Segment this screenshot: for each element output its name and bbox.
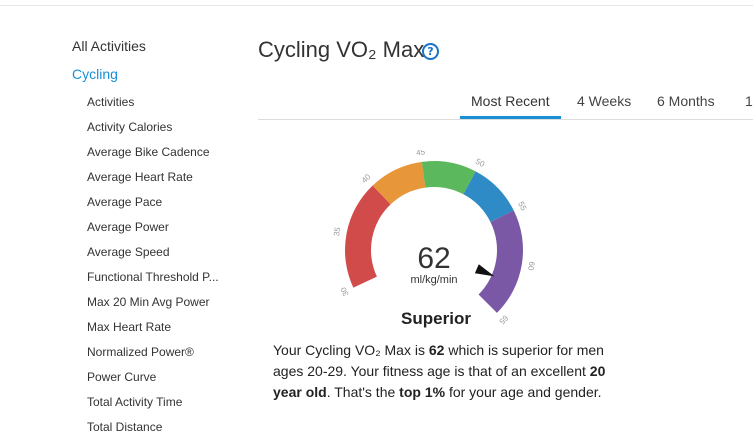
sidebar-item[interactable]: Normalized Power® <box>87 345 237 359</box>
tab-most-recent[interactable]: Most Recent <box>471 93 550 109</box>
sidebar-item[interactable]: Average Bike Cadence <box>87 145 237 159</box>
gauge-unit: ml/kg/min <box>410 274 457 286</box>
sidebar-item[interactable]: Average Pace <box>87 195 237 209</box>
sidebar-item[interactable]: Total Activity Time <box>87 395 237 409</box>
sidebar-item[interactable]: Power Curve <box>87 370 237 384</box>
vo2max-gauge: 30 35 40 45 50 55 60 65 62 ml/kg/min Superior <box>332 150 536 328</box>
gauge-tick-label: 35 <box>332 226 343 237</box>
sidebar-category-cycling[interactable]: Cycling <box>72 66 118 82</box>
gauge-rating: Superior <box>401 309 471 328</box>
sidebar-item[interactable]: Average Speed <box>87 245 237 259</box>
gauge-segment <box>345 185 391 288</box>
question-circle-icon[interactable]: ? <box>422 43 439 60</box>
gauge-value: 62 <box>417 242 450 275</box>
summary-percentile: top 1% <box>399 384 446 400</box>
active-tab-indicator <box>460 116 561 119</box>
vo2max-summary: Your Cycling VO₂ Max is 62 which is supe… <box>273 340 633 403</box>
tab-6-months[interactable]: 6 Months <box>657 93 715 109</box>
tab-4-weeks[interactable]: 4 Weeks <box>577 93 631 109</box>
sidebar-item[interactable]: Max Heart Rate <box>87 320 237 334</box>
page-title: Cycling VO₂ Max <box>258 37 425 62</box>
gauge-tick-label: 65 <box>497 313 510 326</box>
gauge-tick-label: 30 <box>339 285 351 297</box>
sidebar-item[interactable]: Average Power <box>87 220 237 234</box>
sidebar-item[interactable]: Activities <box>87 95 237 109</box>
summary-value: 62 <box>428 342 445 358</box>
gauge-tick-label: 45 <box>416 150 427 157</box>
time-range-tabs: Most Recent 4 Weeks 6 Months 1 <box>258 85 753 120</box>
top-divider <box>0 5 753 6</box>
gauge-tick-label: 55 <box>516 200 528 212</box>
gauge-tick-label: 50 <box>474 157 487 169</box>
sidebar-item[interactable]: Functional Threshold P... <box>87 270 237 284</box>
sidebar-item[interactable]: Max 20 Min Avg Power <box>87 295 237 309</box>
gauge-pointer <box>474 264 495 277</box>
tab-1-year[interactable]: 1 <box>745 93 753 109</box>
summary-text-3: . That's the <box>326 384 400 400</box>
sidebar-item[interactable]: Average Heart Rate <box>87 170 237 184</box>
sidebar-item[interactable]: Activity Calories <box>87 120 237 134</box>
summary-text-4: for your age and gender. <box>445 384 602 400</box>
summary-text-1: Your Cycling VO₂ Max is <box>273 342 429 358</box>
gauge-tick-label: 60 <box>526 261 536 272</box>
gauge-tick-label: 40 <box>360 172 373 185</box>
sidebar-all-activities[interactable]: All Activities <box>72 38 146 54</box>
gauge-segment <box>478 210 523 313</box>
